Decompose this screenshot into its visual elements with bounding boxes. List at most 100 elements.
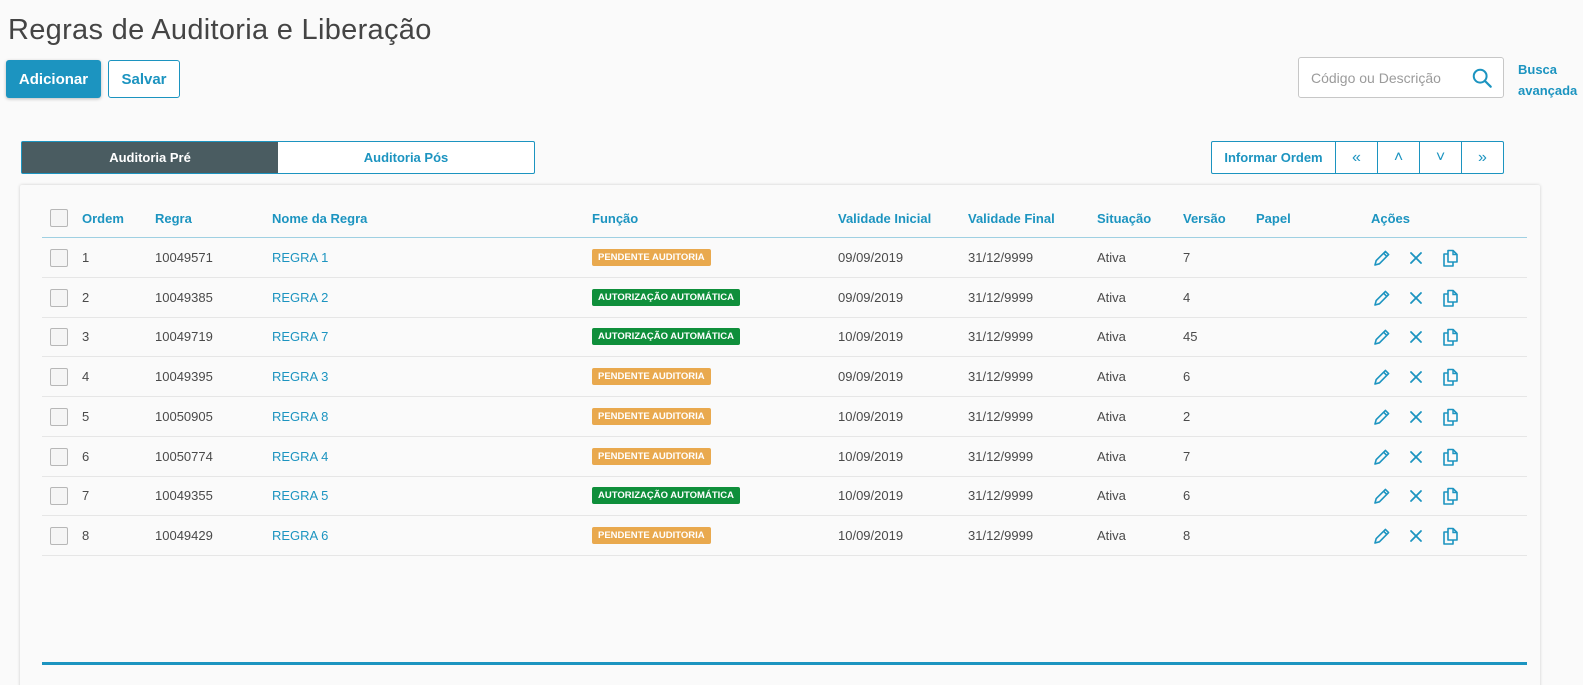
row-checkbox[interactable]: [50, 288, 68, 307]
funcao-badge: PENDENTE AUDITORIA: [592, 526, 711, 544]
row-checkbox[interactable]: [50, 368, 68, 387]
order-controls: Informar Ordem « ˄ ˅ »: [1211, 141, 1504, 174]
cell-nome-regra-link[interactable]: REGRA 4: [272, 449, 328, 464]
select-all-checkbox[interactable]: [50, 209, 68, 227]
row-checkbox[interactable]: [50, 328, 68, 347]
cell-validade-final: 31/12/9999: [968, 289, 1034, 305]
col-papel[interactable]: Papel: [1256, 211, 1291, 226]
cell-versao: 6: [1183, 369, 1191, 385]
advanced-search-link[interactable]: Busca avançada: [1518, 59, 1580, 101]
col-versao[interactable]: Versão: [1183, 211, 1226, 226]
col-nome-regra[interactable]: Nome da Regra: [272, 211, 367, 226]
table-row[interactable]: 4 10049395 REGRA 3 PENDENTE AUDITORIA 09/09/…: [42, 357, 1527, 398]
cell-validade-inicial: 09/09/2019: [838, 289, 904, 305]
col-funcao[interactable]: Função: [592, 211, 638, 226]
row-checkbox[interactable]: [50, 447, 68, 466]
row-checkbox[interactable]: [50, 407, 68, 426]
advanced-search-line2: avançada: [1518, 83, 1578, 98]
funcao-badge: PENDENTE AUDITORIA: [592, 447, 711, 465]
table-row[interactable]: 3 10049719 REGRA 7 AUTORIZAÇÃO AUTOMÁTICA 10…: [42, 317, 1527, 358]
col-acoes: Ações: [1371, 211, 1411, 226]
copy-icon[interactable]: [1440, 447, 1460, 467]
cell-nome-regra-link[interactable]: REGRA 2: [272, 290, 328, 305]
funcao-badge: PENDENTE AUDITORIA: [592, 407, 711, 425]
cell-nome-regra-link[interactable]: REGRA 6: [272, 528, 328, 543]
funcao-badge: AUTORIZAÇÃO AUTOMÁTICA: [592, 487, 740, 505]
cell-regra: 10049719: [155, 329, 213, 345]
copy-icon[interactable]: [1440, 288, 1460, 308]
search-icon[interactable]: [1471, 67, 1493, 89]
close-icon[interactable]: [1406, 288, 1426, 308]
cell-validade-final: 31/12/9999: [968, 250, 1034, 265]
edit-icon[interactable]: [1372, 288, 1392, 308]
row-checkbox[interactable]: [50, 526, 68, 545]
close-icon[interactable]: [1406, 367, 1426, 387]
edit-icon[interactable]: [1372, 526, 1392, 546]
close-icon[interactable]: [1406, 486, 1426, 506]
close-icon[interactable]: [1406, 407, 1426, 427]
cell-nome-regra-link[interactable]: REGRA 3: [272, 369, 328, 384]
row-checkbox[interactable]: [50, 487, 68, 506]
funcao-badge: AUTORIZAÇÃO AUTOMÁTICA: [592, 288, 740, 306]
tab-auditoria-pos[interactable]: Auditoria Pós: [278, 142, 534, 173]
copy-icon[interactable]: [1440, 327, 1460, 347]
page-title: Regras de Auditoria e Liberação: [8, 14, 432, 46]
search-input[interactable]: [1311, 68, 1471, 88]
table-row[interactable]: 6 10050774 REGRA 4 PENDENTE AUDITORIA 10/09/…: [42, 437, 1527, 477]
funcao-badge: AUTORIZAÇÃO AUTOMÁTICA: [592, 328, 740, 346]
row-checkbox[interactable]: [50, 249, 68, 267]
inform-order-button[interactable]: Informar Ordem: [1212, 142, 1335, 173]
cell-situacao: Ativa: [1097, 289, 1126, 305]
cell-nome-regra-link[interactable]: REGRA 8: [272, 409, 328, 424]
cell-validade-final: 31/12/9999: [968, 369, 1034, 385]
advanced-search-line1: Busca: [1518, 62, 1558, 77]
cell-regra: 10049395: [155, 369, 213, 385]
cell-versao: 8: [1183, 527, 1191, 543]
table-row[interactable]: 2 10049385 REGRA 2 AUTORIZAÇÃO AUTOMÁTICA 09…: [42, 278, 1527, 318]
cell-situacao: Ativa: [1097, 408, 1126, 424]
col-validade-final[interactable]: Validade Final: [968, 211, 1055, 226]
copy-icon[interactable]: [1440, 526, 1460, 546]
copy-icon[interactable]: [1440, 486, 1460, 506]
cell-versao: 6: [1183, 488, 1191, 504]
add-button[interactable]: Adicionar: [6, 60, 101, 98]
close-icon[interactable]: [1406, 248, 1426, 268]
table-bottom-border: [42, 662, 1527, 665]
cell-nome-regra-link[interactable]: REGRA 5: [272, 488, 328, 503]
move-first-button[interactable]: «: [1335, 142, 1377, 173]
table-row[interactable]: 8 10049429 REGRA 6 PENDENTE AUDITORIA 10/09/…: [42, 516, 1527, 556]
col-situacao[interactable]: Situação: [1097, 211, 1151, 226]
move-down-button[interactable]: ˅: [1419, 142, 1461, 173]
copy-icon[interactable]: [1440, 407, 1460, 427]
audit-tabs: Auditoria Pré Auditoria Pós: [21, 141, 535, 174]
edit-icon[interactable]: [1372, 367, 1392, 387]
close-icon[interactable]: [1406, 327, 1426, 347]
cell-ordem: 1: [82, 250, 90, 265]
copy-icon[interactable]: [1440, 248, 1460, 268]
tab-auditoria-pre[interactable]: Auditoria Pré: [22, 142, 278, 173]
table-row[interactable]: 1 10049571 REGRA 1 PENDENTE AUDITORIA 09/09/…: [42, 238, 1527, 278]
cell-validade-inicial: 09/09/2019: [838, 250, 904, 265]
table-row[interactable]: 7 10049355 REGRA 5 AUTORIZAÇÃO AUTOMÁTICA 10…: [42, 476, 1527, 517]
edit-icon[interactable]: [1372, 447, 1392, 467]
edit-icon[interactable]: [1372, 248, 1392, 268]
move-up-button[interactable]: ˄: [1377, 142, 1419, 173]
cell-versao: 7: [1183, 250, 1191, 265]
edit-icon[interactable]: [1372, 486, 1392, 506]
col-regra[interactable]: Regra: [155, 211, 192, 226]
cell-regra: 10050905: [155, 408, 213, 424]
copy-icon[interactable]: [1440, 367, 1460, 387]
col-validade-inicial[interactable]: Validade Inicial: [838, 211, 931, 226]
cell-versao: 45: [1183, 329, 1198, 345]
cell-nome-regra-link[interactable]: REGRA 7: [272, 329, 328, 344]
save-button[interactable]: Salvar: [108, 60, 180, 98]
move-last-button[interactable]: »: [1461, 142, 1503, 173]
edit-icon[interactable]: [1372, 327, 1392, 347]
cell-validade-final: 31/12/9999: [968, 527, 1034, 543]
close-icon[interactable]: [1406, 447, 1426, 467]
close-icon[interactable]: [1406, 526, 1426, 546]
col-ordem[interactable]: Ordem: [82, 211, 124, 226]
table-row[interactable]: 5 10050905 REGRA 8 PENDENTE AUDITORIA 10/09/…: [42, 397, 1527, 437]
edit-icon[interactable]: [1372, 407, 1392, 427]
cell-nome-regra-link[interactable]: REGRA 1: [272, 250, 328, 265]
